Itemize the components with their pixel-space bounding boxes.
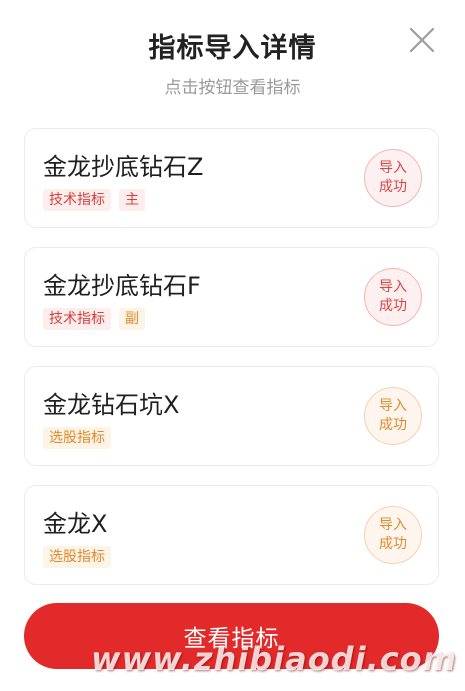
indicator-tags: 技术指标副 xyxy=(43,308,145,330)
import-success-badge: 导入 成功 xyxy=(364,149,422,207)
badge-line-1: 导入 xyxy=(379,517,407,533)
badge-line-2: 成功 xyxy=(379,536,407,552)
import-success-badge: 导入 成功 xyxy=(364,387,422,445)
indicator-name: 金龙钻石坑X xyxy=(43,391,180,419)
indicator-tag: 选股指标 xyxy=(43,546,111,568)
indicator-tag: 技术指标 xyxy=(43,308,111,330)
badge-line-1: 导入 xyxy=(379,160,407,176)
indicator-card[interactable]: 金龙X 选股指标 导入成功 xyxy=(24,485,439,585)
import-details-dialog: 指标导入详情 点击按钮查看指标 金龙抄底钻石Z 技术指标主导入 成功 金龙抄底钻石F 技… xyxy=(0,0,465,691)
indicator-card[interactable]: 金龙抄底钻石Z 技术指标主 导入成功 xyxy=(24,128,439,228)
indicator-tag: 选股指标 xyxy=(43,427,111,449)
indicator-tag: 主 xyxy=(119,189,145,211)
indicator-tags: 技术指标主 xyxy=(43,189,145,211)
indicator-tags: 选股指标 xyxy=(43,546,111,568)
close-icon xyxy=(404,22,440,58)
indicator-name: 金龙X xyxy=(43,510,108,538)
watermark: www.zhibiaodi.com xyxy=(91,640,457,678)
close-button[interactable] xyxy=(404,22,440,58)
indicator-card[interactable]: 金龙钻石坑X 选股指标 导入成功 xyxy=(24,366,439,466)
badge-line-1: 导入 xyxy=(379,279,407,295)
indicator-card[interactable]: 金龙抄底钻石F 技术指标副 导入成功 xyxy=(24,247,439,347)
badge-line-1: 导入 xyxy=(379,398,407,414)
badge-line-2: 成功 xyxy=(379,417,407,433)
indicator-tag: 技术指标 xyxy=(43,189,111,211)
import-success-badge: 导入 成功 xyxy=(364,506,422,564)
indicator-name: 金龙抄底钻石F xyxy=(43,272,201,300)
badge-line-2: 成功 xyxy=(379,179,407,195)
import-success-badge: 导入 成功 xyxy=(364,268,422,326)
dialog-subtitle: 点击按钮查看指标 xyxy=(164,78,301,98)
dialog-title: 指标导入详情 xyxy=(148,33,317,64)
indicator-tag: 副 xyxy=(119,308,145,330)
indicator-tags: 选股指标 xyxy=(43,427,111,449)
indicator-name: 金龙抄底钻石Z xyxy=(43,153,204,181)
badge-line-2: 成功 xyxy=(379,298,407,314)
